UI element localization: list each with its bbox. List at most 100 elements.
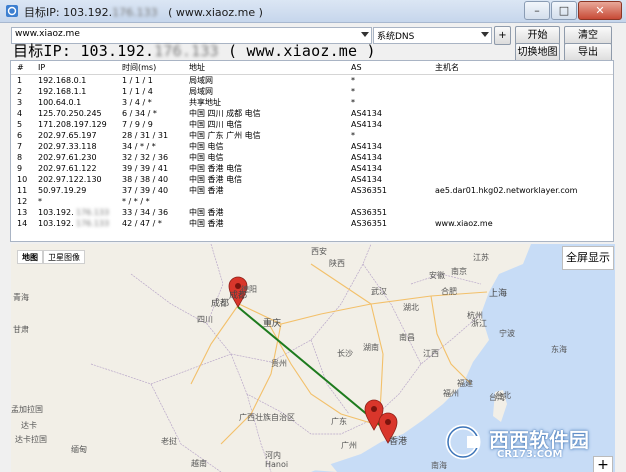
title-bar: 目标IP: 103.192.176.133 ( www.xiaoz.me ) –… [0,0,626,23]
column-header-hostname[interactable]: 主机名 [435,63,459,73]
map-place-label: 宁波 [499,329,515,338]
map-place-label: Hanoi [265,460,289,469]
column-header-index[interactable]: # [17,63,24,73]
cell-ip: 202.97.61.230 [38,153,97,162]
cell-time: 42 / 47 / * [122,219,162,228]
cell-time: 6 / 34 / * [122,109,157,118]
map-place-label: 贵州 [271,359,287,368]
maximize-button[interactable]: □ [551,1,577,20]
cell-index: 4 [17,109,23,118]
add-dns-button[interactable]: + [494,26,511,45]
table-row[interactable]: 10 202.97.122.130 38 / 38 / 40 中国 香港 电信 AS41… [11,175,613,186]
map-place-label: 福州 [443,389,459,398]
map-place-label: 成都 [211,299,230,309]
map-place-label: 杭州 [467,311,483,320]
table-header: # IP 时间(ms) 地址 AS 主机名 [11,61,613,75]
cell-time: 38 / 38 / 40 [122,175,169,184]
target-heading: 目标IP: 103.192.176.133 ( www.xiaoz.me ) [13,42,376,60]
minimize-button[interactable]: – [524,1,550,20]
map-place-label: 台北 [495,391,511,400]
cell-as: AS36351 [351,219,387,228]
table-row[interactable]: 2 192.168.1.1 1 / 1 / 4 局域网 * [11,87,613,98]
map-type-tabs: 地图 卫星图像 [17,250,85,264]
cell-index: 8 [17,153,23,162]
zoom-in-button[interactable]: + [593,456,613,472]
cell-ip: 202.97.61.122 [38,164,97,173]
table-row[interactable]: 13 103.192. 176.133 33 / 34 / 36 中国 香港 AS3635… [11,208,613,219]
blurred-ip-part: 176.133 [112,6,158,19]
table-row[interactable]: 1 192.168.0.1 1 / 1 / 1 局域网 * [11,76,613,87]
cell-index: 7 [17,142,23,151]
cell-index: 12 [17,197,28,206]
route-map[interactable]: 地图 卫星图像 全屏显示 青海 四川 成都 重庆 甘肃 陕西 湖北 湖南 贵州 广西壮族自治区 广东… [11,244,615,472]
traceroute-table: # IP 时间(ms) 地址 AS 主机名 1 192.168.0.1 1 / 1 … [10,60,614,242]
cell-index: 14 [17,219,28,228]
table-row[interactable]: 3 100.64.0.1 3 / 4 / * 共享地址 * [11,98,613,109]
chevron-down-icon [481,32,489,37]
map-place-label: 南京 [451,267,467,276]
blurred-ip-part: 176.133 [154,42,219,60]
column-header-as[interactable]: AS [351,63,362,73]
cell-as: AS4134 [351,120,382,129]
cell-index: 2 [17,87,23,96]
cell-as: * [351,131,355,140]
cell-as: AS36351 [351,186,387,195]
cell-ip: * [38,197,42,206]
table-row[interactable]: 9 202.97.61.122 39 / 39 / 41 中国 香港 电信 AS4134 [11,164,613,175]
map-place-label: 青海 [13,293,29,302]
tab-satellite[interactable]: 卫星图像 [43,250,85,264]
dns-select-value: 系统DNS [377,32,415,42]
cell-as: * [351,98,355,107]
watermark: 西西软件园 CR173.COM [441,422,609,462]
table-row[interactable]: 5 171.208.197.129 7 / 9 / 9 中国 四川 电信 AS4134 [11,120,613,131]
cell-address: 中国 香港 [189,208,224,217]
map-place-label: 广州 [341,441,357,450]
map-place-label: 上海 [489,289,508,299]
cell-time: 1 / 1 / 1 [122,76,153,85]
cell-ip: 202.97.33.118 [38,142,97,151]
cell-time: 34 / * / * [122,142,156,151]
cell-time: 7 / 9 / 9 [122,120,153,129]
window-title: 目标IP: 103.192.176.133 ( www.xiaoz.me ) [24,6,263,19]
fullscreen-button[interactable]: 全屏显示 [562,246,614,270]
map-place-label: 西安 [311,247,327,256]
cell-index: 3 [17,98,23,107]
map-place-label: 重庆 [263,319,282,329]
cell-index: 10 [17,175,28,184]
map-place-label: 陕西 [329,259,345,268]
column-header-time[interactable]: 时间(ms) [122,63,156,73]
watermark-subtext: CR173.COM [497,449,563,460]
table-row[interactable]: 12 * * / * / * [11,197,613,208]
map-place-label: 达卡拉国 [15,435,47,444]
tab-map[interactable]: 地图 [17,250,43,264]
cell-address: 中国 四川 电信 [189,120,243,129]
table-row[interactable]: 6 202.97.65.197 28 / 31 / 31 中国 广东 广州 电信 * [11,131,613,142]
cell-index: 5 [17,120,23,129]
cell-ip: 103.192. [38,208,74,217]
map-place-label: 湖南 [363,343,379,352]
cell-ip: 202.97.65.197 [38,131,97,140]
map-place-label: 缅甸 [71,445,87,454]
map-place-label: 孟加拉国 [11,405,43,414]
table-row[interactable]: 4 125.70.250.245 6 / 34 / * 中国 四川 成都 电信 AS41… [11,109,613,120]
table-row[interactable]: 14 103.192. 176.133 42 / 47 / * 中国 香港 AS36351… [11,219,613,230]
map-place-label: 甘肃 [13,325,29,334]
cell-address: 中国 香港 电信 [189,164,243,173]
cell-time: * / * / * [122,197,150,206]
map-place-label: 达卡 [21,421,37,430]
cell-index: 6 [17,131,23,140]
table-row[interactable]: 11 50.97.19.29 37 / 39 / 40 中国 香港 AS36351 ae5… [11,186,613,197]
dns-select[interactable]: 系统DNS [373,27,492,44]
column-header-address[interactable]: 地址 [189,63,205,73]
cell-time: 32 / 32 / 36 [122,153,169,162]
map-place-label: 江西 [423,349,439,358]
map-place-label: 江苏 [473,253,489,262]
column-header-ip[interactable]: IP [38,63,45,73]
pin-start-label: 成都 [229,291,248,301]
table-row[interactable]: 8 202.97.61.230 32 / 32 / 36 中国 电信 AS4134 [11,153,613,164]
app-icon [6,5,18,17]
cell-as: AS4134 [351,164,382,173]
table-row[interactable]: 7 202.97.33.118 34 / * / * 中国 电信 AS4134 [11,142,613,153]
close-button[interactable]: ✕ [578,1,622,20]
map-place-label: 广东 [331,417,347,426]
